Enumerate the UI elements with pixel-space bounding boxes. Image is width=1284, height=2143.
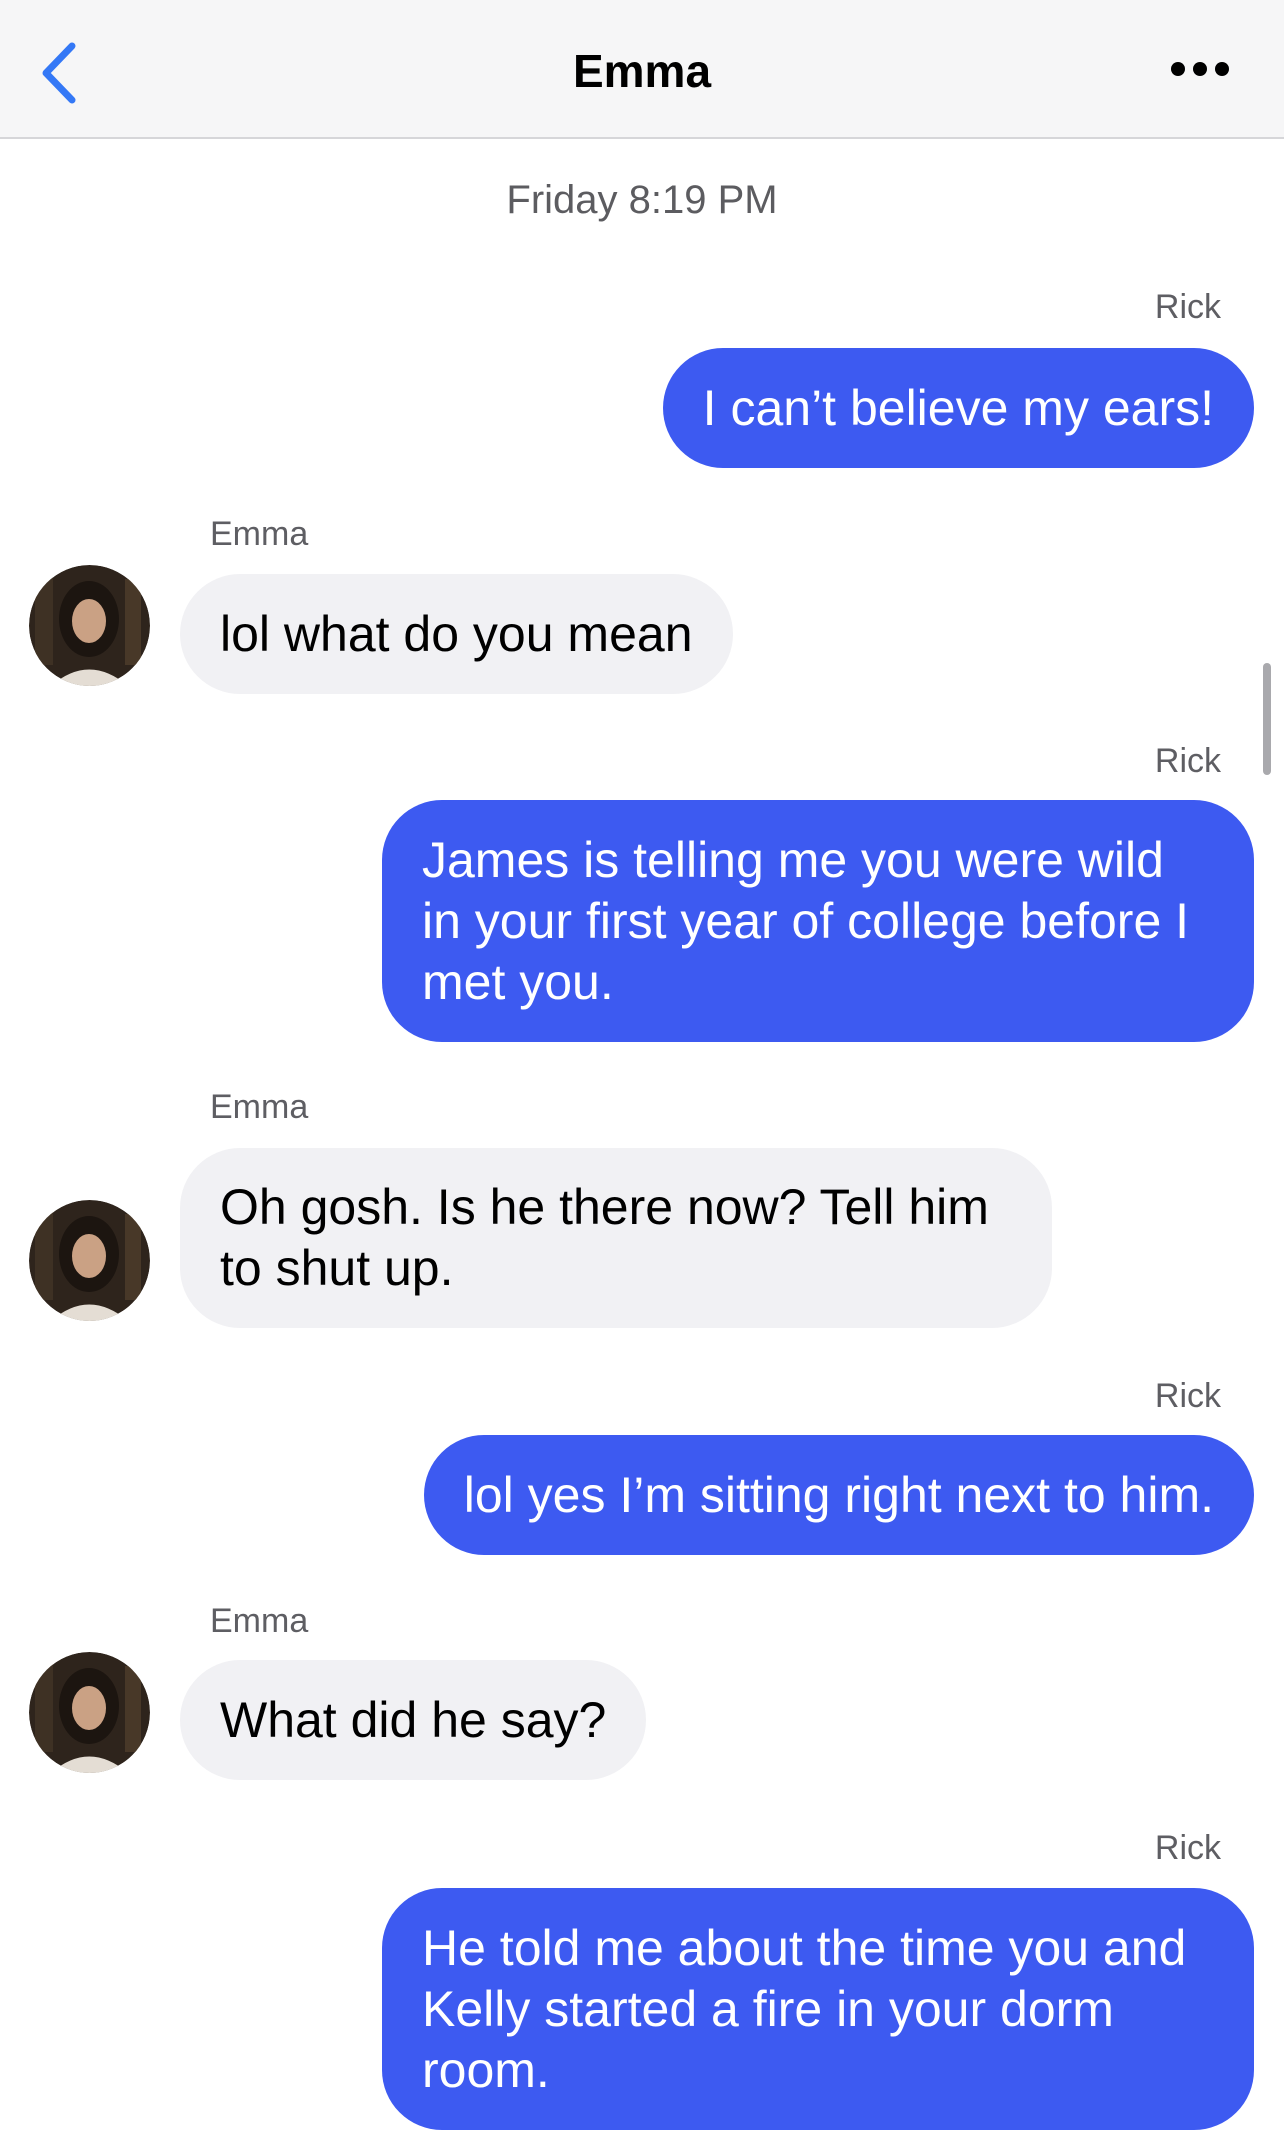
avatar[interactable]: [29, 1652, 150, 1773]
avatar[interactable]: [29, 1200, 150, 1321]
message-text: What did he say?: [220, 1691, 607, 1748]
message-text: I can’t believe my ears!: [702, 379, 1214, 436]
message-text: lol yes I’m sitting right next to him.: [463, 1466, 1214, 1523]
message-text: James is telling me you were wild in you…: [422, 831, 1190, 1010]
more-button[interactable]: [1170, 58, 1230, 80]
outgoing-message-bubble[interactable]: James is telling me you were wild in you…: [382, 800, 1254, 1042]
outgoing-message-bubble[interactable]: He told me about the time you and Kelly …: [382, 1888, 1254, 2130]
message-text: Oh gosh. Is he there now? Tell him to sh…: [220, 1179, 989, 1296]
message-text: lol what do you mean: [220, 605, 693, 662]
navigation-bar: Emma: [0, 0, 1284, 139]
incoming-message-bubble[interactable]: What did he say?: [180, 1660, 647, 1780]
avatar-photo: [29, 1652, 150, 1773]
conversation-title: Emma: [572, 45, 712, 97]
avatar-photo: [29, 1200, 150, 1321]
outgoing-message-bubble[interactable]: I can’t believe my ears!: [662, 348, 1254, 468]
sender-name: Rick: [1154, 742, 1221, 780]
message-text: He told me about the time you and Kelly …: [422, 1919, 1187, 2098]
sender-name: Emma: [210, 515, 309, 553]
sender-name: Emma: [210, 1602, 309, 1640]
incoming-message-bubble[interactable]: lol what do you mean: [180, 574, 733, 694]
scrollbar[interactable]: [1263, 663, 1271, 775]
sender-name: Rick: [1154, 1377, 1221, 1415]
avatar-photo: [29, 565, 150, 686]
sender-name: Emma: [210, 1088, 309, 1126]
avatar[interactable]: [29, 565, 150, 686]
more-horizontal-icon: [1171, 62, 1229, 76]
sender-name: Rick: [1154, 288, 1221, 326]
outgoing-message-bubble[interactable]: lol yes I’m sitting right next to him.: [423, 1435, 1254, 1555]
sender-name: Rick: [1154, 1829, 1221, 1867]
incoming-message-bubble[interactable]: Oh gosh. Is he there now? Tell him to sh…: [180, 1148, 1052, 1328]
conversation-timestamp: Friday 8:19 PM: [506, 178, 778, 222]
